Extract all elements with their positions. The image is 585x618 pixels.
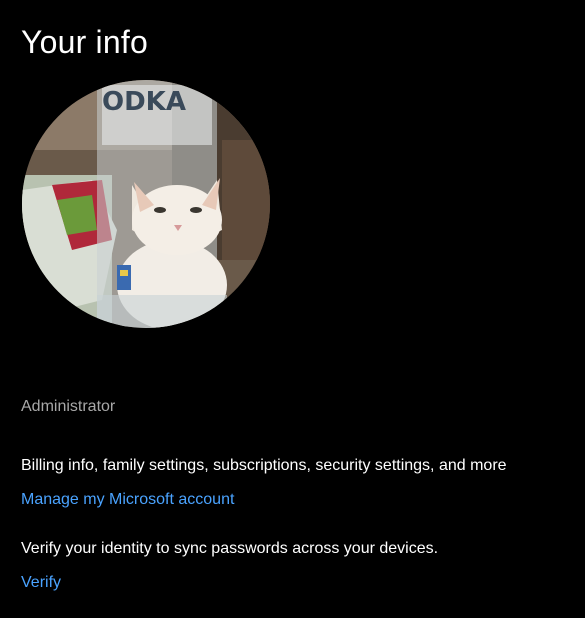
avatar: ODKA [22, 80, 270, 328]
account-role: Administrator [21, 398, 116, 415]
manage-microsoft-account-link[interactable]: Manage my Microsoft account [21, 490, 234, 510]
microsoft-account-description: Billing info, family settings, subscript… [21, 457, 507, 474]
verify-identity-description: Verify your identity to sync passwords a… [21, 540, 439, 557]
page-title: Your info [21, 24, 148, 60]
avatar-bottle-label: ODKA [102, 87, 186, 117]
profile-picture: ODKA [22, 80, 270, 328]
verify-link[interactable]: Verify [21, 573, 61, 593]
